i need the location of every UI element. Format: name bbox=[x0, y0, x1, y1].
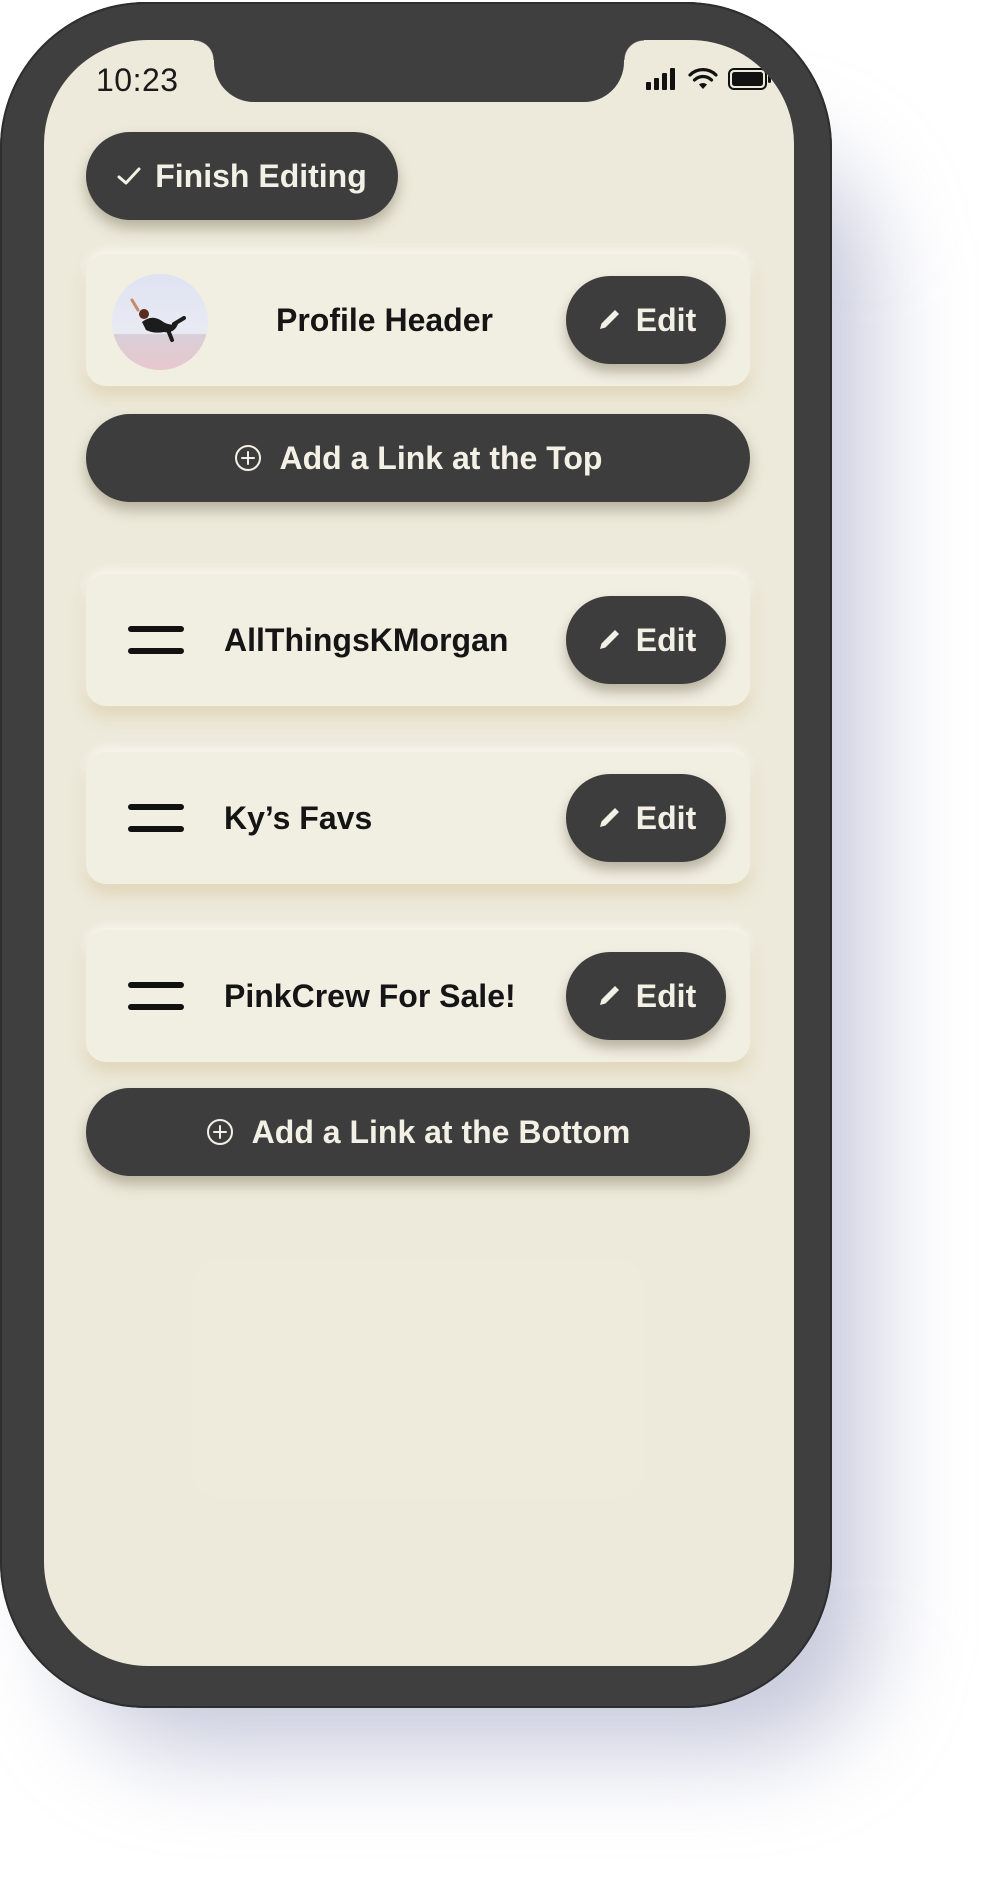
plus-circle-icon bbox=[206, 1119, 233, 1145]
profile-header-title: Profile Header bbox=[276, 301, 493, 338]
edit-link-button[interactable]: Edit bbox=[566, 952, 726, 1040]
finish-editing-label: Finish Editing bbox=[155, 157, 367, 194]
edit-label: Edit bbox=[635, 621, 697, 658]
link-title: Ky’s Favs bbox=[224, 799, 373, 836]
add-link-top-label: Add a Link at the Top bbox=[279, 439, 603, 476]
plus-circle-icon bbox=[234, 445, 261, 471]
pencil-icon bbox=[599, 310, 619, 329]
status-icons bbox=[646, 68, 772, 90]
status-time: 10:23 bbox=[96, 62, 179, 98]
add-link-top-button[interactable]: Add a Link at the Top bbox=[86, 414, 750, 502]
edit-label: Edit bbox=[635, 799, 697, 836]
edit-link-button[interactable]: Edit bbox=[566, 596, 726, 684]
phone-frame: 10:23 Finish Editing Profile Header Edit… bbox=[0, 2, 832, 1708]
page: 10:23 Finish Editing Profile Header Edit… bbox=[0, 0, 996, 1886]
link-title: AllThingsKMorgan bbox=[224, 621, 509, 658]
edit-profile-header-button[interactable]: Edit bbox=[566, 276, 726, 364]
wifi-icon bbox=[688, 68, 718, 89]
link-card: PinkCrew For Sale! Edit bbox=[86, 930, 750, 1062]
link-card: Ky’s Favs Edit bbox=[86, 752, 750, 884]
drag-handle-icon[interactable] bbox=[128, 982, 184, 1010]
profile-header-card: Profile Header Edit bbox=[86, 254, 750, 386]
link-card: AllThingsKMorgan Edit bbox=[86, 574, 750, 706]
phone-screen: 10:23 Finish Editing Profile Header Edit… bbox=[44, 40, 794, 1666]
drag-handle-icon[interactable] bbox=[128, 626, 184, 654]
notch bbox=[194, 40, 644, 102]
profile-avatar[interactable] bbox=[112, 274, 208, 370]
cellular-signal-icon bbox=[646, 68, 675, 90]
link-title: PinkCrew For Sale! bbox=[224, 977, 516, 1014]
finish-editing-button[interactable]: Finish Editing bbox=[86, 132, 398, 220]
add-link-bottom-label: Add a Link at the Bottom bbox=[251, 1113, 631, 1150]
edit-link-button[interactable]: Edit bbox=[566, 774, 726, 862]
edit-label: Edit bbox=[635, 977, 697, 1014]
empty-area bbox=[192, 1258, 644, 1498]
pencil-icon bbox=[599, 986, 619, 1005]
edit-label: Edit bbox=[635, 301, 697, 338]
add-link-bottom-button[interactable]: Add a Link at the Bottom bbox=[86, 1088, 750, 1176]
pencil-icon bbox=[599, 630, 619, 649]
checkmark-icon bbox=[117, 167, 141, 185]
drag-handle-icon[interactable] bbox=[128, 804, 184, 832]
battery-icon bbox=[728, 68, 771, 90]
pencil-icon bbox=[599, 808, 619, 827]
